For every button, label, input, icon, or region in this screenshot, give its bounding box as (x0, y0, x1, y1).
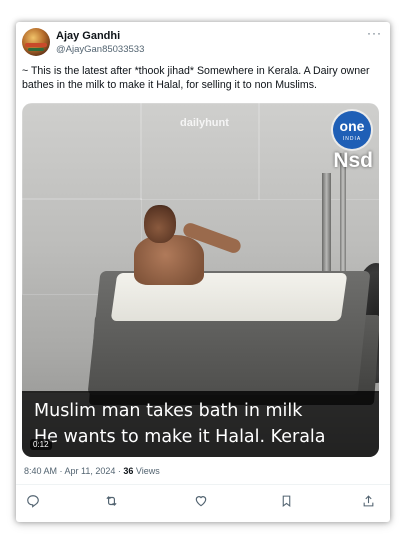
share-icon[interactable] (362, 494, 382, 514)
tweet-header: Ajay Gandhi @AjayGan85033533 ··· (22, 26, 384, 60)
action-bar (16, 494, 390, 514)
video-caption-line-1: Muslim man takes bath in milk (34, 401, 303, 421)
views-label: Views (133, 466, 160, 476)
retweet-icon[interactable] (104, 494, 124, 514)
video-caption-line-2: He wants to make it Halal. Kerala (34, 427, 326, 447)
like-icon[interactable] (194, 494, 214, 514)
channel-logo-text: one (339, 118, 365, 134)
author-handle[interactable]: @AjayGan85033533 (56, 44, 144, 55)
channel-code: Nsd (333, 149, 373, 172)
tweet-meta: 8:40 AM · Apr 11, 2024 · 36 Views (24, 466, 160, 476)
reply-icon[interactable] (26, 494, 46, 514)
channel-logo-subtext: INDIA (342, 136, 362, 142)
tweet-card[interactable]: Ajay Gandhi @AjayGan85033533 ··· ~ This … (16, 22, 390, 522)
tweet-text: ~ This is the latest after *thook jihad*… (22, 65, 370, 91)
channel-logo: one INDIA (333, 111, 371, 149)
views-count: 36 (123, 466, 134, 476)
more-horizontal-icon[interactable]: ··· (367, 26, 382, 40)
tweet-timestamp[interactable]: 8:40 AM · Apr 11, 2024 · (24, 466, 123, 476)
video-duration: 0:12 (30, 439, 52, 450)
dailyhunt-watermark: dailyhunt (180, 117, 229, 129)
divider (16, 484, 390, 485)
video-player[interactable]: dailyhunt one INDIA Nsd Muslim man takes… (22, 103, 379, 457)
author-name[interactable]: Ajay Gandhi (56, 30, 120, 42)
bookmark-icon[interactable] (280, 494, 300, 514)
avatar[interactable] (22, 28, 50, 56)
